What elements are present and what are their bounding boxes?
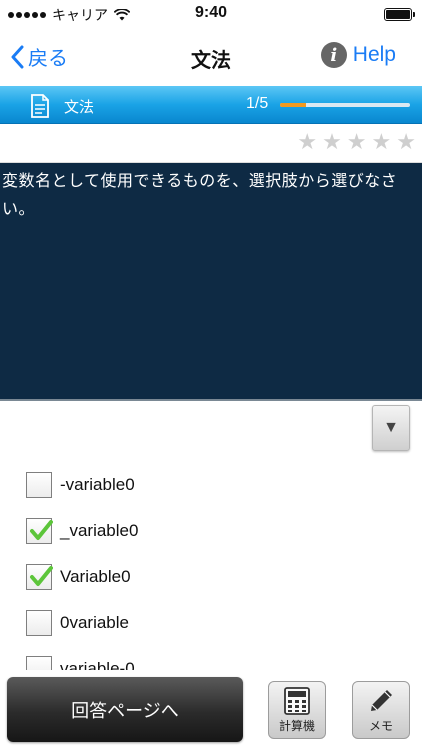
star-icon[interactable]: ★ (347, 130, 367, 154)
calculator-label: 計算機 (278, 718, 315, 733)
triangle-down-icon: ▼ (383, 419, 399, 436)
navigation-bar: 戻る 文法 i Help (0, 28, 422, 86)
choice-checkbox[interactable] (26, 564, 53, 590)
progress-fill (280, 103, 306, 107)
answer-page-button[interactable]: 回答ページへ (7, 677, 243, 742)
choice-item[interactable]: Variable0 (26, 554, 406, 600)
choice-checkbox[interactable] (26, 472, 52, 498)
difficulty-stars: ★ ★ ★ ★ ★ (297, 130, 416, 154)
rating-row: ★ ★ ★ ★ ★ (0, 125, 422, 163)
category-bar: 文法 1/5 (0, 86, 422, 124)
choice-label: _variable0 (60, 521, 139, 540)
pencil-icon (371, 689, 392, 711)
status-bar: キャリア 9:40 (0, 0, 422, 28)
help-button[interactable]: i Help (320, 42, 396, 68)
info-icon: i (320, 42, 347, 68)
question-panel: 変数名として使用できるものを、選択肢から選びなさい。 (0, 163, 422, 401)
star-icon[interactable]: ★ (372, 130, 392, 154)
choice-checkbox[interactable] (26, 518, 53, 544)
status-time: 9:40 (194, 4, 228, 21)
chevron-left-icon (11, 45, 24, 68)
choice-item[interactable]: -variable0 (26, 462, 406, 508)
calculator-button[interactable]: 計算機 (268, 681, 326, 739)
star-icon[interactable]: ★ (297, 130, 317, 154)
checkmark-icon (30, 566, 53, 586)
memo-label: メモ (368, 718, 393, 733)
question-text: 変数名として使用できるものを、選択肢から選びなさい。 (2, 173, 398, 218)
back-button[interactable]: 戻る (10, 42, 68, 71)
choice-list: -variable0 _variable0 Variable0 0variable va… (26, 462, 406, 692)
progress-text: 1/5 (246, 95, 269, 112)
star-icon[interactable]: ★ (396, 130, 416, 154)
choice-label: Variable0 (60, 567, 131, 586)
back-label: 戻る (28, 48, 68, 70)
checkmark-icon (30, 520, 53, 540)
document-icon (31, 94, 49, 118)
choice-item[interactable]: 0variable (26, 600, 406, 646)
choice-checkbox[interactable] (26, 610, 52, 636)
progress-bar (280, 103, 410, 107)
battery-icon (384, 8, 415, 21)
choice-label: 0variable (60, 613, 129, 632)
star-icon[interactable]: ★ (322, 130, 342, 154)
bottom-toolbar: 回答ページへ 計算機 メモ (0, 670, 422, 750)
choice-item[interactable]: _variable0 (26, 508, 406, 554)
dropdown-button[interactable]: ▼ (372, 405, 410, 451)
category-label: 文法 (64, 99, 95, 116)
help-label: Help (352, 43, 396, 66)
calculator-icon (284, 686, 310, 715)
choice-label: -variable0 (60, 475, 135, 494)
memo-button[interactable]: メモ (352, 681, 410, 739)
